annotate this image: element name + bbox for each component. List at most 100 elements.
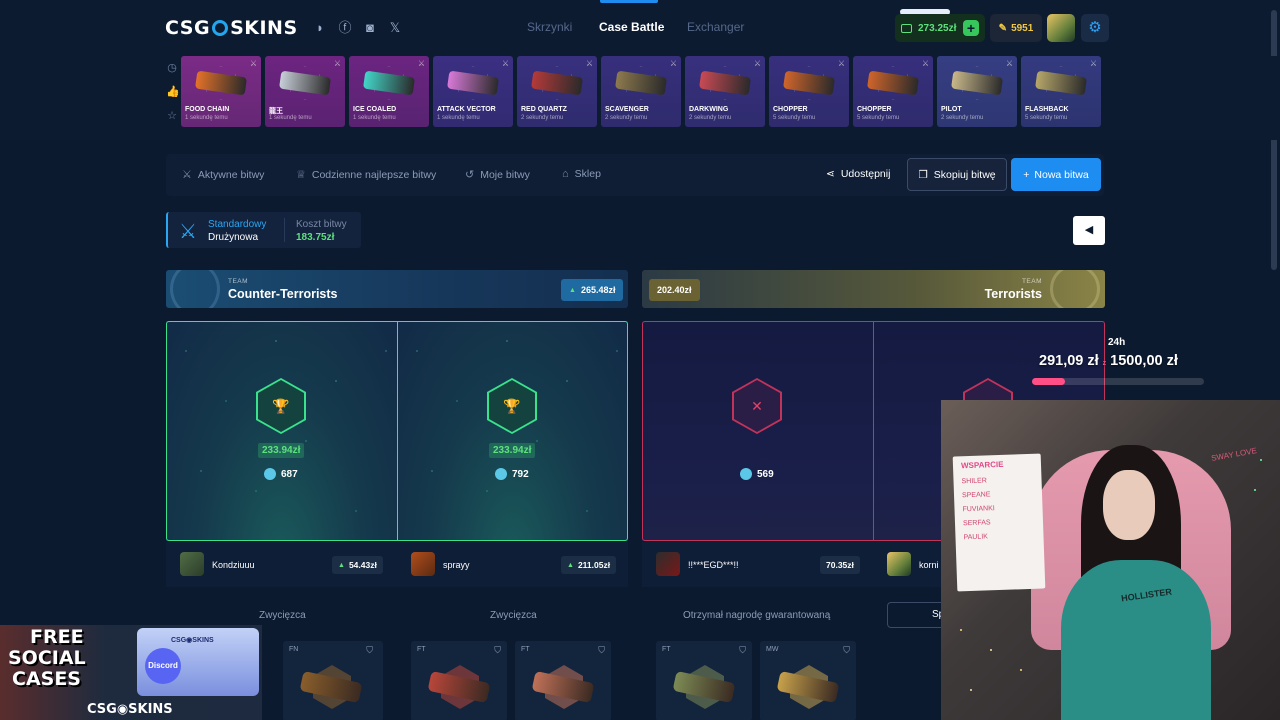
coin-icon — [495, 468, 507, 480]
team-label: TEAM — [228, 278, 249, 285]
player-name[interactable]: Kondziuuu — [212, 560, 255, 570]
goal-progress-bar — [1032, 378, 1204, 385]
spin-button[interactable]: Sp — [887, 602, 947, 628]
sound-toggle-button[interactable]: ◀ — [1073, 216, 1105, 245]
case-icon: ⚔ — [669, 59, 677, 68]
shield-check-icon: ⛉ — [366, 645, 373, 655]
active-tab-indicator — [600, 0, 658, 3]
nav-cases[interactable]: Skrzynki — [527, 20, 572, 34]
drop-card[interactable]: ⚔ PILOT 2 sekundy temu — [937, 56, 1017, 127]
cost-label: Koszt bitwy — [296, 219, 347, 230]
drop-time: 5 sekundy temu — [857, 115, 900, 121]
x-twitter-icon[interactable]: 𝕏 — [387, 20, 403, 36]
instagram-icon[interactable]: ◙ — [362, 20, 378, 36]
streamer-webcam: WSPARCIE SHILER SPEANE FUVIANKI SERFAS P… — [941, 400, 1280, 720]
drop-card[interactable]: ⚔ CHOPPER 5 sekundy temu — [853, 56, 933, 127]
user-avatar[interactable] — [1047, 14, 1075, 42]
drop-time: 1 sekundę temu — [185, 115, 228, 121]
drop-time: 5 sekundy temu — [773, 115, 816, 121]
drops-filter: ◷ 👍 ☆ — [166, 62, 180, 134]
facebook-icon[interactable]: ⓕ — [337, 20, 353, 36]
site-logo[interactable]: CSG SKINS — [165, 17, 298, 39]
player-name[interactable]: korni — [919, 560, 939, 570]
weapon-image — [446, 70, 500, 96]
item-card[interactable]: FT ⛉ — [411, 641, 507, 720]
coin-icon — [740, 468, 752, 480]
tab-shop[interactable]: ⌂ Sklep — [562, 168, 601, 180]
result-winner: Zwycięzca — [259, 610, 306, 621]
face — [1103, 470, 1155, 540]
live-drops-bar: ⚔ FOOD CHAIN 1 sekundę temu ⚔ 龍王 1 sekundę te… — [0, 56, 1280, 140]
item-card[interactable]: FN ⛉ — [283, 641, 379, 720]
arrow-up-icon: ▲ — [567, 561, 574, 569]
result-guaranteed: Otrzymał nagrodę gwarantowaną — [683, 610, 831, 621]
drop-card[interactable]: ⚔ FLASHBACK 5 sekundy temu — [1021, 56, 1101, 127]
goal-period: 24h — [1108, 337, 1126, 348]
drop-name: RED QUARTZ — [521, 106, 567, 113]
header: CSG SKINS ◗ ⓕ ◙ 𝕏 Skrzynki Case Battle Ex… — [0, 0, 1280, 56]
player-name[interactable]: !!***EGD***!! — [688, 560, 739, 570]
player-avatar[interactable] — [656, 552, 680, 576]
item-condition: FT — [662, 646, 671, 653]
item-condition: FT — [417, 646, 426, 653]
points-display[interactable]: ✎ 5951 — [990, 14, 1042, 42]
basket-icon: ⌂ — [562, 168, 569, 180]
t-emblem-icon — [1050, 270, 1100, 308]
ct-emblem-icon — [170, 270, 220, 308]
item-card[interactable]: MW ⛉ — [760, 641, 856, 720]
tab-active-battles[interactable]: ⚔ Aktywne bitwy — [182, 168, 264, 182]
item-card[interactable]: FT ⛉ — [656, 641, 752, 720]
nav-exchanger[interactable]: Exchanger — [687, 20, 744, 34]
player-value: 70.35zł — [820, 556, 860, 574]
balance-button[interactable]: 273.25zł + — [895, 14, 985, 42]
new-battle-button[interactable]: + Nowa bitwa — [1011, 158, 1101, 191]
promo-text: FREE SOCIAL CASES — [8, 626, 86, 690]
team-value: 202.40zł — [649, 279, 700, 301]
win-amount: 233.94zł — [489, 443, 536, 458]
player-name[interactable]: sprayy — [443, 560, 470, 570]
share-button[interactable]: ⋖ Udostępnij — [826, 168, 890, 180]
settings-gear-icon[interactable]: ⚙ — [1081, 14, 1109, 42]
nav-case-battle[interactable]: Case Battle — [599, 20, 664, 34]
player-avatar[interactable] — [887, 552, 911, 576]
drop-card[interactable]: ⚔ FOOD CHAIN 1 sekundę temu — [181, 56, 261, 127]
item-condition: FT — [521, 646, 530, 653]
drop-card[interactable]: ⚔ 龍王 1 sekundę temu — [265, 56, 345, 127]
tab-daily-best-battles[interactable]: ♕ Codzienne najlepsze bitwy — [296, 168, 436, 182]
star-icon[interactable]: ☆ — [166, 110, 178, 122]
share-icon: ⋖ — [826, 168, 835, 180]
balance-value: 273.25zł — [918, 22, 957, 34]
drop-name: FLASHBACK — [1025, 106, 1069, 113]
drop-card[interactable]: ⚔ RED QUARTZ 2 sekundy temu — [517, 56, 597, 127]
drop-name: SCAVENGER — [605, 106, 649, 113]
weapon-image — [698, 70, 752, 96]
thumbs-up-icon[interactable]: 👍 — [166, 86, 180, 98]
drop-name: PILOT — [941, 106, 962, 113]
drop-time: 2 sekundy temu — [521, 115, 564, 121]
page-scrollbar[interactable] — [1271, 10, 1277, 270]
drop-card[interactable]: ⚔ DARKWING 2 sekundy temu — [685, 56, 765, 127]
divider — [397, 321, 398, 541]
drop-card[interactable]: ⚔ CHOPPER 5 sekundy temu — [769, 56, 849, 127]
drop-card[interactable]: ⚔ ICE COALED 1 sekundę temu — [349, 56, 429, 127]
case-icon: ⚔ — [501, 59, 509, 68]
team-name: Terrorists — [984, 287, 1042, 301]
item-card[interactable]: FT ⛉ — [515, 641, 611, 720]
divider — [284, 218, 285, 242]
team-label: TEAM — [1021, 278, 1042, 285]
drop-card[interactable]: ⚔ ATTACK VECTOR 1 sekundę temu — [433, 56, 513, 127]
player-avatar[interactable] — [180, 552, 204, 576]
player-avatar[interactable] — [411, 552, 435, 576]
tab-my-battles[interactable]: ↺ Moje bitwy — [465, 168, 530, 182]
drop-name: CHOPPER — [773, 106, 808, 113]
deposit-plus-icon[interactable]: + — [963, 20, 979, 36]
copy-battle-button[interactable]: ❐ Skopiuj bitwę — [907, 158, 1007, 191]
drop-name: FOOD CHAIN — [185, 106, 230, 113]
plus-icon: + — [1023, 168, 1030, 181]
player-value: ▲ 211.05zł — [561, 556, 617, 574]
free-social-cases-promo[interactable]: FREE SOCIAL CASES CSG◉SKINS Discord CSG◉… — [0, 625, 262, 720]
clock-icon[interactable]: ◷ — [166, 62, 178, 74]
team-ct-bar: TEAM Counter-Terrorists ▲ 265.48zł — [166, 270, 628, 308]
drop-card[interactable]: ⚔ SCAVENGER 2 sekundy temu — [601, 56, 681, 127]
discord-icon[interactable]: ◗ — [312, 20, 328, 36]
